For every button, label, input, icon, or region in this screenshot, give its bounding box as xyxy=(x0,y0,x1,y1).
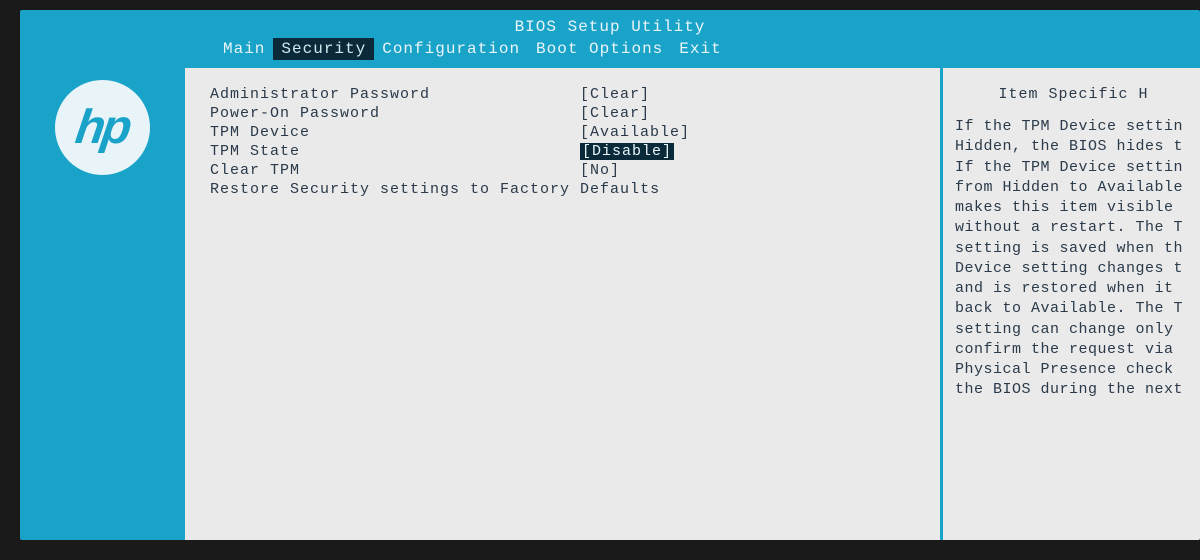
setting-clear-tpm[interactable]: Clear TPM [No] xyxy=(210,162,915,179)
setting-value: [Available] xyxy=(580,124,690,141)
brand-logo-container: hp xyxy=(55,80,155,180)
hp-logo-icon: hp xyxy=(55,80,150,175)
help-title: Item Specific H xyxy=(955,86,1192,103)
menu-main[interactable]: Main xyxy=(215,38,273,60)
settings-panel: Administrator Password [Clear] Power-On … xyxy=(185,68,943,540)
setting-poweron-password[interactable]: Power-On Password [Clear] xyxy=(210,105,915,122)
help-panel: Item Specific H If the TPM Device settin… xyxy=(943,68,1200,540)
menu-bar: Main Security Configuration Boot Options… xyxy=(20,38,1200,60)
setting-label: TPM Device xyxy=(210,124,580,141)
setting-label: Administrator Password xyxy=(210,86,580,103)
menu-configuration[interactable]: Configuration xyxy=(374,38,528,60)
menu-security[interactable]: Security xyxy=(273,38,374,60)
bios-title: BIOS Setup Utility xyxy=(20,10,1200,38)
action-restore-defaults[interactable]: Restore Security settings to Factory Def… xyxy=(210,181,915,198)
setting-label: TPM State xyxy=(210,143,580,160)
setting-tpm-state[interactable]: TPM State [Disable] xyxy=(210,143,915,160)
setting-admin-password[interactable]: Administrator Password [Clear] xyxy=(210,86,915,103)
setting-value: [Clear] xyxy=(580,86,650,103)
hp-logo-text: hp xyxy=(72,100,132,155)
content-area: Administrator Password [Clear] Power-On … xyxy=(185,68,1200,540)
menu-exit[interactable]: Exit xyxy=(671,38,729,60)
setting-value-selected: [Disable] xyxy=(580,143,674,160)
setting-label: Power-On Password xyxy=(210,105,580,122)
bios-window: BIOS Setup Utility Main Security Configu… xyxy=(20,10,1200,540)
setting-value: [No] xyxy=(580,162,620,179)
help-text: If the TPM Device settin Hidden, the BIO… xyxy=(955,117,1192,401)
setting-label: Clear TPM xyxy=(210,162,580,179)
setting-tpm-device[interactable]: TPM Device [Available] xyxy=(210,124,915,141)
menu-boot-options[interactable]: Boot Options xyxy=(528,38,671,60)
setting-value: [Clear] xyxy=(580,105,650,122)
